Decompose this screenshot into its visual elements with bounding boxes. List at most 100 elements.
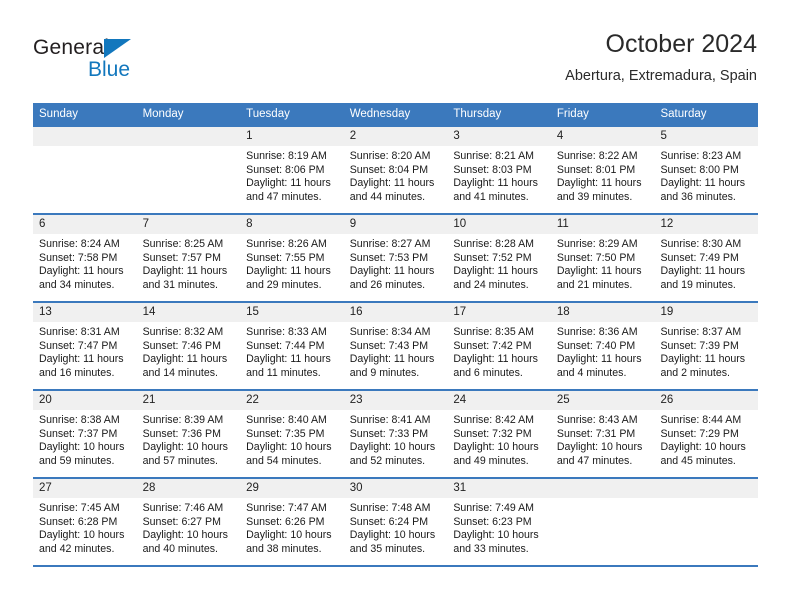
day-cell[interactable]: 24 Sunrise: 8:42 AM Sunset: 7:32 PM Dayl… [447,391,551,477]
day-cell[interactable]: 18 Sunrise: 8:36 AM Sunset: 7:40 PM Dayl… [550,303,655,389]
daylight-text-line1: Daylight: 11 hours [453,265,538,278]
daylight-text-line2: and 44 minutes. [349,190,426,203]
daylight-text-line1: Daylight: 10 hours [142,529,228,542]
day-number: 26 [654,391,759,410]
weekday-header-sunday: Sunday [39,108,79,120]
daylight-text-line2: and 47 minutes. [556,454,633,467]
day-details: Sunrise: 8:22 AM Sunset: 8:01 PM Dayligh… [551,146,655,204]
calendar-week-row: 6 Sunrise: 8:24 AM Sunset: 7:58 PM Dayli… [33,213,759,301]
daylight-text-line2: and 29 minutes. [246,278,322,291]
day-details: Sunrise: 8:25 AM Sunset: 7:57 PM Dayligh… [137,234,241,292]
day-number: 14 [136,303,241,322]
daylight-text-line2: and 54 minutes. [246,454,322,467]
sunrise-text: Sunrise: 8:44 AM [660,414,742,426]
logo-triangle-icon [104,39,131,58]
day-cell[interactable]: 31 Sunrise: 7:49 AM Sunset: 6:23 PM Dayl… [447,479,551,565]
day-number: 1 [240,127,344,146]
daylight-text-line1: Daylight: 11 hours [142,353,228,366]
day-number: 24 [447,391,551,410]
day-number: 28 [136,479,241,498]
sunrise-text: Sunrise: 8:35 AM [453,326,534,338]
day-details: Sunrise: 8:26 AM Sunset: 7:55 PM Dayligh… [240,234,344,292]
daylight-text-line1: Daylight: 11 hours [556,353,642,366]
sunrise-text: Sunrise: 8:30 AM [660,238,742,250]
day-number [550,479,655,498]
day-cell[interactable] [33,127,137,213]
day-details: Sunrise: 8:27 AM Sunset: 7:53 PM Dayligh… [344,234,448,292]
day-cell[interactable]: 6 Sunrise: 8:24 AM Sunset: 7:58 PM Dayli… [33,215,137,301]
day-cell[interactable]: 12 Sunrise: 8:30 AM Sunset: 7:49 PM Dayl… [654,215,759,301]
day-cell[interactable]: 16 Sunrise: 8:34 AM Sunset: 7:43 PM Dayl… [343,303,448,389]
daylight-text-line1: Daylight: 11 hours [349,353,435,366]
day-cell[interactable]: 29 Sunrise: 7:47 AM Sunset: 6:26 PM Dayl… [240,479,344,565]
day-cell[interactable]: 5 Sunrise: 8:23 AM Sunset: 8:00 PM Dayli… [654,127,759,213]
day-cell[interactable]: 19 Sunrise: 8:37 AM Sunset: 7:39 PM Dayl… [654,303,759,389]
daylight-text-line1: Daylight: 11 hours [246,265,331,278]
sunset-text: Sunset: 7:53 PM [349,251,429,264]
daylight-text-line2: and 40 minutes. [142,542,218,555]
day-number: 15 [240,303,344,322]
day-cell[interactable]: 13 Sunrise: 8:31 AM Sunset: 7:47 PM Dayl… [33,303,137,389]
day-cell[interactable]: 8 Sunrise: 8:26 AM Sunset: 7:55 PM Dayli… [240,215,344,301]
day-cell[interactable]: 9 Sunrise: 8:27 AM Sunset: 7:53 PM Dayli… [343,215,448,301]
day-cell[interactable]: 20 Sunrise: 8:38 AM Sunset: 7:37 PM Dayl… [33,391,137,477]
daylight-text-line1: Daylight: 11 hours [39,353,124,366]
day-cell[interactable]: 7 Sunrise: 8:25 AM Sunset: 7:57 PM Dayli… [136,215,241,301]
day-cell[interactable]: 27 Sunrise: 7:45 AM Sunset: 6:28 PM Dayl… [33,479,137,565]
day-details: Sunrise: 8:32 AM Sunset: 7:46 PM Dayligh… [137,322,241,380]
day-number [33,127,137,146]
day-cell[interactable]: 15 Sunrise: 8:33 AM Sunset: 7:44 PM Dayl… [240,303,344,389]
sunset-text: Sunset: 7:58 PM [39,251,118,264]
daylight-text-line1: Daylight: 10 hours [660,441,746,454]
daylight-text-line2: and 42 minutes. [39,542,115,555]
day-cell[interactable]: 17 Sunrise: 8:35 AM Sunset: 7:42 PM Dayl… [447,303,551,389]
day-number: 17 [447,303,551,322]
day-cell[interactable]: 11 Sunrise: 8:29 AM Sunset: 7:50 PM Dayl… [550,215,655,301]
day-cell[interactable]: 28 Sunrise: 7:46 AM Sunset: 6:27 PM Dayl… [136,479,241,565]
day-cell[interactable]: 1 Sunrise: 8:19 AM Sunset: 8:06 PM Dayli… [240,127,344,213]
daylight-text-line2: and 39 minutes. [556,190,633,203]
day-details: Sunrise: 7:47 AM Sunset: 6:26 PM Dayligh… [240,498,344,556]
day-cell[interactable]: 23 Sunrise: 8:41 AM Sunset: 7:33 PM Dayl… [343,391,448,477]
day-cell[interactable] [654,479,759,565]
grid-bottom-rule [33,565,758,567]
day-cell[interactable]: 26 Sunrise: 8:44 AM Sunset: 7:29 PM Dayl… [654,391,759,477]
sunrise-text: Sunrise: 8:39 AM [142,414,224,426]
day-cell[interactable]: 2 Sunrise: 8:20 AM Sunset: 8:04 PM Dayli… [343,127,448,213]
day-number: 18 [550,303,655,322]
calendar-page: General Blue October 2024 Abertura, Extr… [0,0,792,612]
daylight-text-line2: and 57 minutes. [142,454,218,467]
sunset-text: Sunset: 7:49 PM [660,251,739,264]
daylight-text-line1: Daylight: 10 hours [349,529,436,542]
daylight-text-line1: Daylight: 10 hours [453,441,539,454]
calendar-week-row: 27 Sunrise: 7:45 AM Sunset: 6:28 PM Dayl… [33,477,759,565]
daylight-text-line2: and 21 minutes. [556,278,633,291]
day-number: 13 [33,303,137,322]
sunset-text: Sunset: 8:03 PM [453,163,532,176]
sunrise-text: Sunrise: 8:23 AM [660,150,742,162]
sunrise-text: Sunrise: 7:48 AM [349,502,431,514]
day-cell[interactable]: 21 Sunrise: 8:39 AM Sunset: 7:36 PM Dayl… [136,391,241,477]
daylight-text-line2: and 6 minutes. [453,366,523,379]
day-cell[interactable]: 4 Sunrise: 8:22 AM Sunset: 8:01 PM Dayli… [550,127,655,213]
day-cell[interactable]: 25 Sunrise: 8:43 AM Sunset: 7:31 PM Dayl… [550,391,655,477]
sunset-text: Sunset: 8:00 PM [660,163,739,176]
day-number: 31 [447,479,551,498]
calendar-week-row: 20 Sunrise: 8:38 AM Sunset: 7:37 PM Dayl… [33,389,759,477]
daylight-text-line1: Daylight: 10 hours [453,529,539,542]
daylight-text-line1: Daylight: 11 hours [453,353,538,366]
brand-logo[interactable]: General Blue [33,36,263,92]
sunset-text: Sunset: 7:55 PM [246,251,325,264]
daylight-text-line2: and 36 minutes. [660,190,736,203]
day-cell[interactable] [550,479,655,565]
day-cell[interactable]: 22 Sunrise: 8:40 AM Sunset: 7:35 PM Dayl… [240,391,344,477]
sunset-text: Sunset: 7:29 PM [660,427,739,440]
day-cell[interactable]: 30 Sunrise: 7:48 AM Sunset: 6:24 PM Dayl… [343,479,448,565]
sunrise-text: Sunrise: 8:24 AM [39,238,120,250]
day-cell[interactable]: 14 Sunrise: 8:32 AM Sunset: 7:46 PM Dayl… [136,303,241,389]
sunset-text: Sunset: 8:06 PM [246,163,325,176]
day-cell[interactable] [136,127,241,213]
day-cell[interactable]: 3 Sunrise: 8:21 AM Sunset: 8:03 PM Dayli… [447,127,551,213]
sunrise-text: Sunrise: 8:19 AM [246,150,327,162]
day-cell[interactable]: 10 Sunrise: 8:28 AM Sunset: 7:52 PM Dayl… [447,215,551,301]
